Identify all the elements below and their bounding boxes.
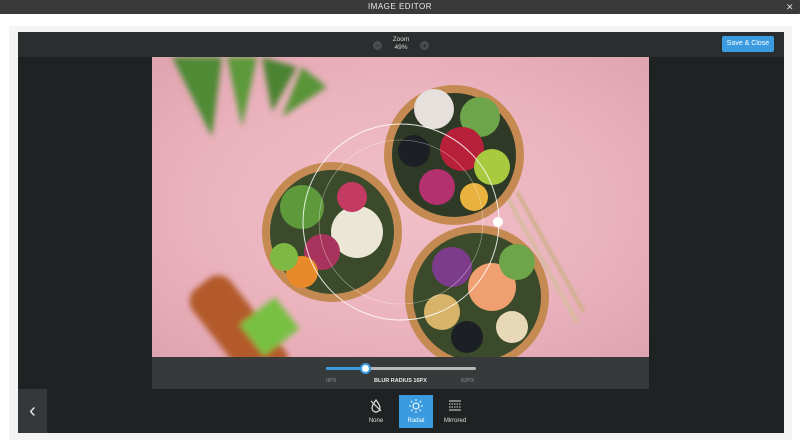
image-canvas[interactable] [152,57,649,357]
bottle-illustration [189,275,300,357]
blur-slider-panel: 0PX BLUR RADIUS 16PX 62PX [152,357,649,389]
bowl-bottom [405,225,549,357]
blur-radius-slider[interactable] [326,363,476,374]
back-button[interactable]: ‹ [18,389,47,433]
radial-resize-handle[interactable] [493,217,503,227]
zoom-out-button[interactable]: − [373,41,382,50]
blur-radius-label: BLUR RADIUS 16PX [374,378,427,384]
slider-min-label: 0PX [326,378,337,384]
save-close-button[interactable]: Save & Close [722,36,774,52]
mode-mirrored-button[interactable]: Mirrored [438,395,472,428]
image-editor: − Zoom 49% + Save & Close 0PX BLUR RADIU… [18,32,784,433]
zoom-in-button[interactable]: + [420,41,429,50]
bowl-left [262,162,402,302]
slider-max-label: 62PX [461,378,475,384]
mode-radial-button[interactable]: Radial [399,395,433,428]
zoom-control: − Zoom 49% + [370,35,432,55]
editor-bottombar: ‹ None Radial Mirrored [18,389,784,433]
slider-thumb[interactable] [359,363,371,374]
mode-radial-label: Radial [407,418,425,424]
photo-preview [152,57,649,357]
zoom-value: 49% [394,44,408,51]
photo-illustration [172,57,586,357]
zoom-label: Zoom [392,36,410,43]
window-title: IMAGE EDITOR [367,2,433,11]
bowl-top [384,85,524,225]
window-titlebar: IMAGE EDITOR ✕ [0,0,800,14]
editor-topbar: − Zoom 49% + Save & Close [18,32,784,57]
mode-none-label: None [368,418,384,424]
close-icon[interactable]: ✕ [786,0,794,14]
sun-radial-icon [399,398,433,416]
zoom-readout: Zoom 49% [384,36,418,52]
mode-none-button[interactable]: None [359,395,393,428]
palm-leaf-illustration [172,57,327,137]
drop-slash-icon [359,398,393,416]
mirrored-lines-icon [438,398,472,416]
mode-mirrored-label: Mirrored [443,418,467,424]
